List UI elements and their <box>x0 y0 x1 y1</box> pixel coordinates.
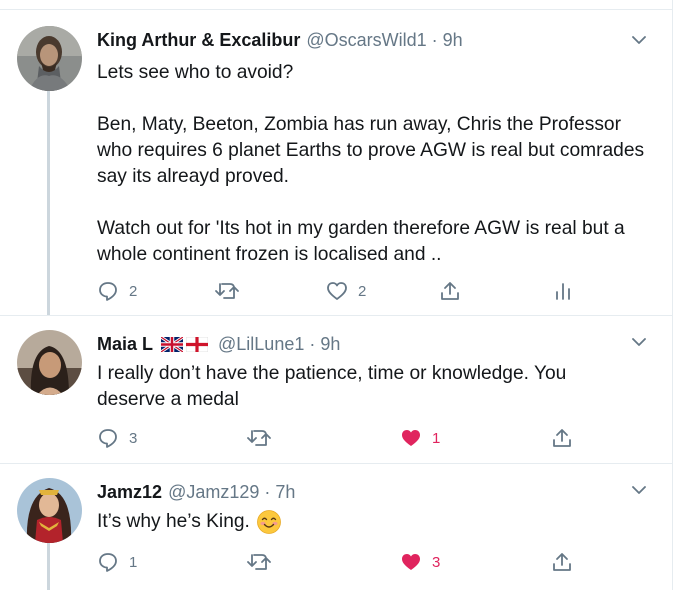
like-button[interactable]: 2 <box>326 278 366 304</box>
user-handle[interactable]: @LilLune1 <box>218 334 304 355</box>
retweet-icon <box>247 554 271 570</box>
avatar[interactable] <box>17 478 82 543</box>
retweet-icon <box>215 283 239 299</box>
retweet-button[interactable] <box>246 549 272 575</box>
tweet-header: Jamz12 @Jamz129 · 7h <box>97 479 295 505</box>
uk-flag-icon <box>161 336 184 352</box>
retweet-button[interactable] <box>214 278 240 304</box>
reply-button[interactable]: 2 <box>97 278 137 304</box>
reply-button[interactable]: 3 <box>97 425 137 451</box>
tweet-paragraph: It’s why he’s King. <box>97 511 250 532</box>
display-name[interactable]: Maia L <box>97 334 153 355</box>
top-divider <box>0 0 673 10</box>
tweet-maia-l[interactable]: Maia L @LilLune1 · 9h I really don’t hav… <box>0 316 672 464</box>
reply-icon <box>99 429 117 448</box>
separator-dot: · <box>431 29 438 50</box>
display-name[interactable]: King Arthur & Excalibur <box>97 30 300 51</box>
analytics-icon <box>556 283 570 300</box>
reply-count: 2 <box>129 282 138 300</box>
heart-filled-icon <box>402 430 420 446</box>
flag-emojis <box>161 336 209 352</box>
like-button[interactable]: 1 <box>400 425 440 451</box>
tweet-paragraph: Lets see who to avoid? <box>97 62 294 83</box>
tweet-text: It’s why he’s King. <box>97 509 657 535</box>
tweet-paragraph: Ben, Maty, Beeton, Zombia has run away, … <box>97 114 645 187</box>
timestamp[interactable]: 9h <box>320 334 340 355</box>
england-flag-icon <box>186 336 209 352</box>
chevron-down-icon[interactable] <box>628 29 650 51</box>
thread-line <box>47 88 50 315</box>
separator-dot: · <box>264 481 271 502</box>
separator-dot: · <box>309 333 316 354</box>
tweet-header: King Arthur & Excalibur @OscarsWild1 · 9… <box>97 27 463 53</box>
share-icon <box>441 282 459 300</box>
tweet-paragraph: Watch out for 'Its hot in my garden ther… <box>97 218 625 265</box>
avatar[interactable] <box>17 330 82 395</box>
tweet-jamz12[interactable]: Jamz12 @Jamz129 · 7h It’s why he’s King.… <box>0 464 672 590</box>
tweet-header: Maia L @LilLune1 · 9h <box>97 331 340 357</box>
reply-icon <box>99 553 117 572</box>
reply-count: 1 <box>129 553 138 571</box>
timestamp[interactable]: 7h <box>275 482 295 503</box>
reply-button[interactable]: 1 <box>97 549 137 575</box>
analytics-button[interactable] <box>552 278 574 304</box>
user-handle[interactable]: @Jamz129 <box>168 482 259 503</box>
tweet-text: I really don’t have the patience, time o… <box>97 361 617 413</box>
share-button[interactable] <box>439 278 461 304</box>
share-button[interactable] <box>551 425 573 451</box>
retweet-icon <box>247 430 271 446</box>
tweet-paragraph: I really don’t have the patience, time o… <box>97 363 567 410</box>
chevron-down-icon[interactable] <box>628 479 650 501</box>
share-button[interactable] <box>551 549 573 575</box>
display-name[interactable]: Jamz12 <box>97 482 162 503</box>
like-button[interactable]: 3 <box>400 549 440 575</box>
reply-count: 3 <box>129 429 138 447</box>
heart-filled-icon <box>402 554 420 570</box>
like-count: 3 <box>432 553 441 571</box>
tweet-text: Lets see who to avoid? Ben, Maty, Beeton… <box>97 60 657 268</box>
chevron-down-icon[interactable] <box>628 331 650 353</box>
timestamp[interactable]: 9h <box>443 30 463 51</box>
retweet-button[interactable] <box>246 425 272 451</box>
heart-icon <box>327 282 347 300</box>
user-handle[interactable]: @OscarsWild1 <box>306 30 426 51</box>
like-count: 2 <box>358 282 367 300</box>
share-icon <box>553 429 571 447</box>
thread-line <box>47 543 50 590</box>
share-icon <box>553 553 571 571</box>
like-count: 1 <box>432 429 441 447</box>
avatar[interactable] <box>17 26 82 91</box>
reply-icon <box>99 282 117 301</box>
tweet-king-arthur[interactable]: King Arthur & Excalibur @OscarsWild1 · 9… <box>0 10 672 316</box>
smiling-face-emoji-icon <box>256 510 281 534</box>
